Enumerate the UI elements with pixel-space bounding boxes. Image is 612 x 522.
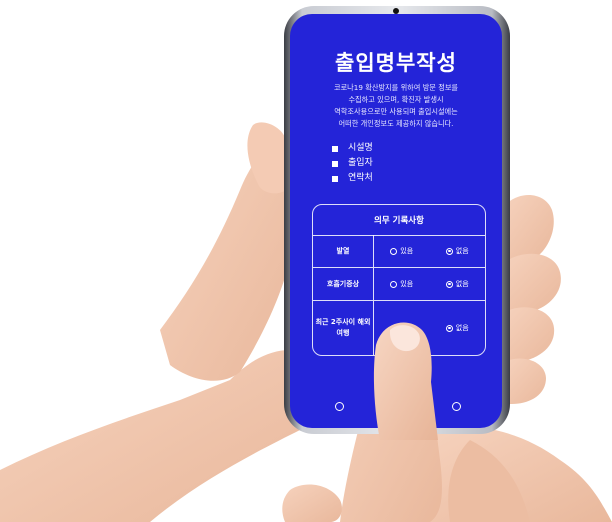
- pointing-finger: [373, 322, 438, 440]
- scene: 출입명부작성 코로나19 확산방지를 위하여 방문 정보를 수집하고 있으며, …: [0, 0, 612, 522]
